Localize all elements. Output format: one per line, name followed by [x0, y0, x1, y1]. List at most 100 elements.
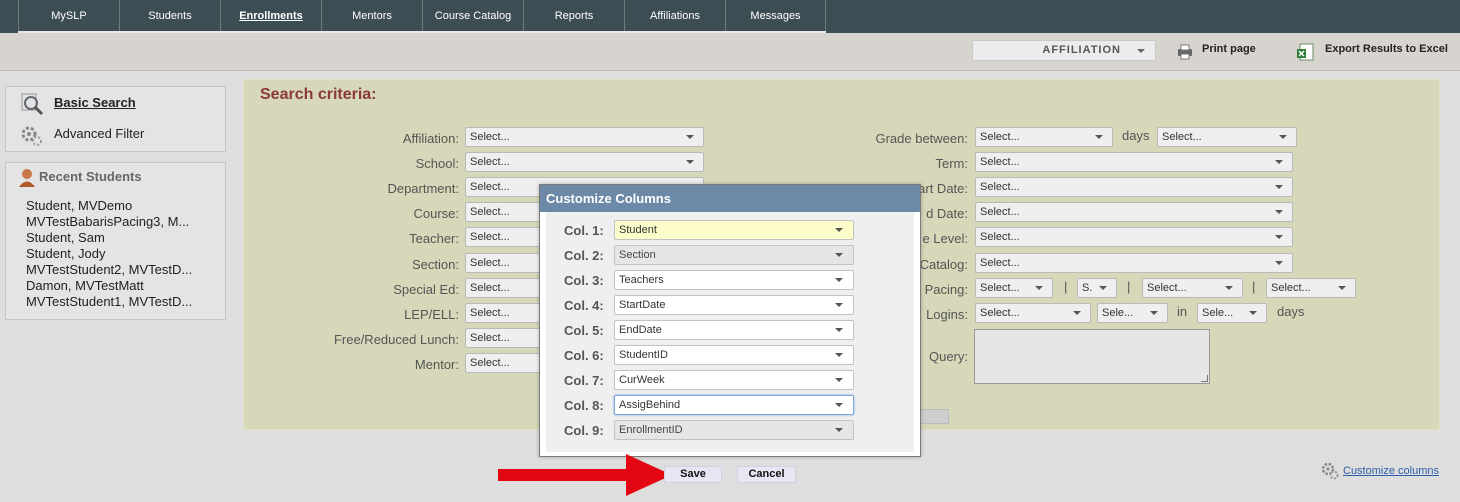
- recent-student-item[interactable]: Damon, MVTestMatt: [26, 278, 144, 293]
- chevron-down-icon: [835, 328, 843, 332]
- department-label: Department:: [387, 181, 459, 196]
- chevron-down-icon: [835, 403, 843, 407]
- toolbar: AFFILIATION Print page Export Results to…: [0, 33, 1460, 71]
- logins-select-1[interactable]: Select...: [975, 303, 1091, 323]
- gear-icon[interactable]: [1321, 462, 1339, 480]
- gear-icon: [21, 126, 42, 146]
- basic-search-link[interactable]: Basic Search: [54, 95, 136, 110]
- chevron-down-icon: [1279, 135, 1287, 139]
- chevron-down-icon: [835, 228, 843, 232]
- grade-level-select[interactable]: Select...: [975, 227, 1293, 247]
- tab-enrollments[interactable]: Enrollments: [221, 0, 322, 33]
- col-label: Col. 1:: [564, 223, 604, 238]
- dialog-body: Col. 1: Student Col. 2: Section Col. 3: …: [546, 212, 914, 452]
- section-label: Section:: [412, 257, 459, 272]
- chevron-down-icon: [1275, 235, 1283, 239]
- teacher-label: Teacher:: [409, 231, 459, 246]
- chevron-down-icon: [835, 353, 843, 357]
- excel-icon[interactable]: [1297, 43, 1315, 61]
- grade-to-select[interactable]: Select...: [1157, 127, 1297, 147]
- term-label: Term:: [935, 156, 969, 171]
- pacing-label: Pacing:: [924, 282, 968, 297]
- tab-affiliations[interactable]: Affiliations: [625, 0, 726, 33]
- pacing-select-4[interactable]: Select...: [1266, 278, 1356, 298]
- recent-student-item[interactable]: Student, Sam: [26, 230, 105, 245]
- school-label: School:: [415, 156, 459, 171]
- col-8-select[interactable]: AssigBehind: [614, 395, 854, 415]
- print-page-link[interactable]: Print page: [1202, 43, 1256, 55]
- dialog-title: Customize Columns: [540, 185, 920, 212]
- save-button[interactable]: Save: [664, 466, 722, 483]
- end-date-label: d Date:: [926, 206, 968, 221]
- col-3-select[interactable]: Teachers: [614, 270, 854, 290]
- chevron-down-icon: [835, 278, 843, 282]
- tab-reports[interactable]: Reports: [524, 0, 625, 33]
- pacing-select-1[interactable]: Select...: [975, 278, 1053, 298]
- chevron-down-icon: [686, 160, 694, 164]
- chevron-down-icon: [835, 303, 843, 307]
- days-text: days: [1122, 128, 1150, 143]
- recent-student-item[interactable]: MVTestBabarisPacing3, M...: [26, 214, 189, 229]
- user-icon: [19, 169, 35, 187]
- chevron-down-icon: [1035, 286, 1043, 290]
- col-1-select[interactable]: Student: [614, 220, 854, 240]
- col-2-select[interactable]: Section: [614, 245, 854, 265]
- tab-course-catalog[interactable]: Course Catalog: [423, 0, 524, 33]
- chevron-down-icon: [1275, 160, 1283, 164]
- printer-icon[interactable]: [1176, 44, 1194, 60]
- grade-from-select[interactable]: Select...: [975, 127, 1113, 147]
- term-select[interactable]: Select...: [975, 152, 1293, 172]
- col-label: Col. 2:: [564, 248, 604, 263]
- affiliation-select[interactable]: Select...: [465, 127, 704, 147]
- logins-select-3[interactable]: Sele...: [1197, 303, 1267, 323]
- logins-select-2[interactable]: Sele...: [1097, 303, 1168, 323]
- col-label: Col. 5:: [564, 323, 604, 338]
- tab-mentors[interactable]: Mentors: [322, 0, 423, 33]
- chevron-down-icon: [1275, 185, 1283, 189]
- col-label: Col. 8:: [564, 398, 604, 413]
- mentor-label: Mentor:: [414, 357, 459, 372]
- advanced-filter-link[interactable]: Advanced Filter: [54, 126, 144, 141]
- chevron-down-icon: [1150, 311, 1158, 315]
- days-text: days: [1277, 304, 1305, 319]
- magnifier-icon: [21, 93, 44, 116]
- cancel-button[interactable]: Cancel: [737, 466, 796, 483]
- pacing-select-3[interactable]: Select...: [1142, 278, 1243, 298]
- grade-level-label: e Level:: [922, 231, 968, 246]
- col-5-select[interactable]: EndDate: [614, 320, 854, 340]
- catalog-select[interactable]: Select...: [975, 253, 1293, 273]
- chevron-down-icon: [1275, 210, 1283, 214]
- pacing-select-2[interactable]: S.: [1077, 278, 1117, 298]
- col-label: Col. 7:: [564, 373, 604, 388]
- col-9-select[interactable]: EnrollmentID: [614, 420, 854, 440]
- chevron-down-icon: [1095, 135, 1103, 139]
- pipe-separator: |: [1252, 279, 1256, 294]
- logins-label: Logins:: [926, 307, 968, 322]
- query-label: Query:: [928, 349, 968, 364]
- col-7-select[interactable]: CurWeek: [614, 370, 854, 390]
- tab-myslp[interactable]: MySLP: [18, 0, 120, 33]
- course-label: Course:: [413, 206, 459, 221]
- school-select[interactable]: Select...: [465, 152, 704, 172]
- resize-grip-icon[interactable]: [1201, 375, 1208, 382]
- chevron-down-icon: [835, 428, 843, 432]
- tab-messages[interactable]: Messages: [726, 0, 826, 33]
- query-textarea[interactable]: [974, 329, 1210, 384]
- recent-student-item[interactable]: MVTestStudent2, MVTestD...: [26, 262, 192, 277]
- customize-columns-link[interactable]: Customize columns: [1343, 465, 1439, 477]
- col-4-select[interactable]: StartDate: [614, 295, 854, 315]
- tab-students[interactable]: Students: [120, 0, 221, 33]
- affiliation-dropdown[interactable]: AFFILIATION: [972, 40, 1156, 61]
- export-excel-link[interactable]: Export Results to Excel: [1325, 43, 1448, 55]
- affiliation-label: Affiliation:: [402, 131, 459, 146]
- recent-student-item[interactable]: Student, MVDemo: [26, 198, 132, 213]
- chevron-down-icon: [1225, 286, 1233, 290]
- start-date-select[interactable]: Select...: [975, 177, 1293, 197]
- col-6-select[interactable]: StudentID: [614, 345, 854, 365]
- chevron-down-icon: [1249, 311, 1257, 315]
- recent-student-item[interactable]: MVTestStudent1, MVTestD...: [26, 294, 192, 309]
- chevron-down-icon: [686, 135, 694, 139]
- pipe-separator: |: [1064, 279, 1068, 294]
- recent-student-item[interactable]: Student, Jody: [26, 246, 106, 261]
- end-date-select[interactable]: Select...: [975, 202, 1293, 222]
